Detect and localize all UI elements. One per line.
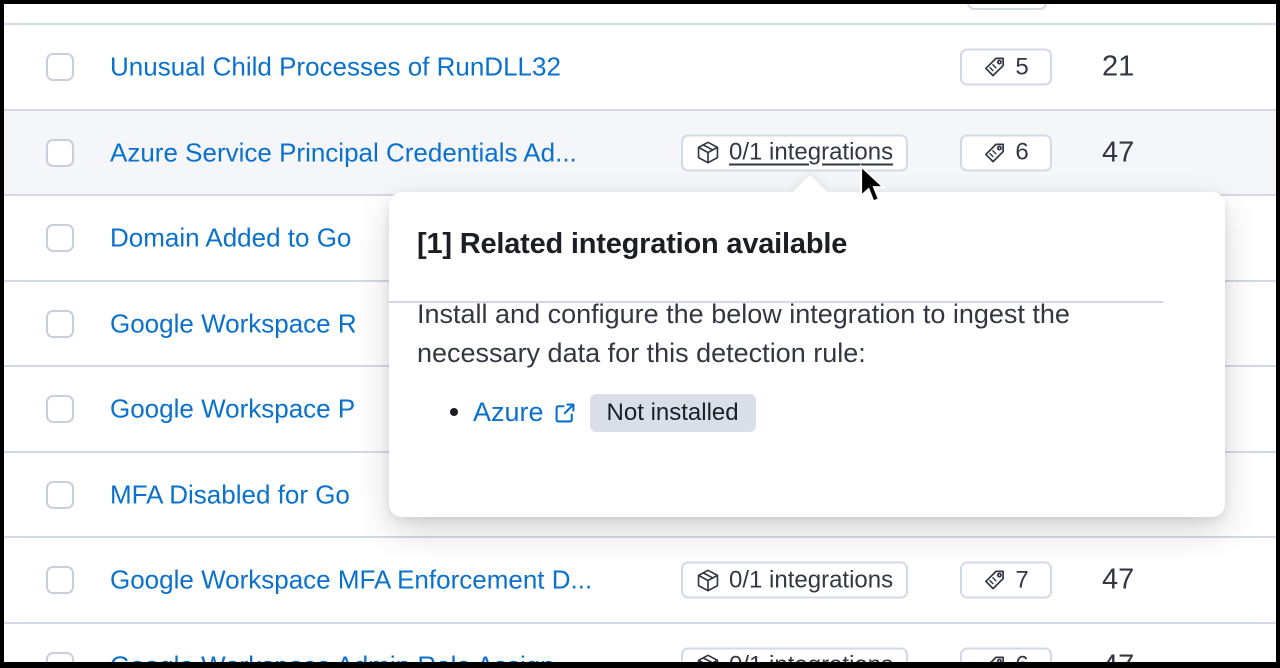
integrations-badge-label: 0/1 integrations	[729, 566, 893, 594]
package-icon	[696, 654, 720, 663]
tag-icon	[983, 56, 1006, 79]
table-row: Google Workspace MFA Enforcement D... 0/…	[4, 536, 1276, 622]
integrations-badge-label: 0/1 integrations	[729, 652, 893, 663]
row-checkbox[interactable]	[46, 566, 74, 594]
integrations-badge[interactable]: 0/1 integrations	[681, 647, 908, 662]
tags-count: 6	[1015, 652, 1028, 663]
tag-icon	[983, 569, 1006, 592]
alerts-count: 47	[1102, 564, 1134, 597]
row-checkbox[interactable]	[46, 395, 74, 423]
tags-badge[interactable]: 7	[960, 562, 1052, 599]
status-badge: Not installed	[590, 394, 756, 432]
integrations-badge[interactable]: 0/1 integrations	[681, 562, 908, 599]
table-row: Google Workspace Admin Role Assign... 0/…	[4, 622, 1276, 663]
table-row: Azure Service Principal Credentials Ad..…	[4, 109, 1276, 195]
tags-count: 5	[1015, 53, 1028, 81]
row-checkbox[interactable]	[46, 53, 74, 81]
integrations-badge[interactable]: 0/1 integrations	[681, 134, 908, 171]
popover-body: Install and configure the below integrat…	[389, 261, 1225, 432]
tags-badge[interactable]: 5	[960, 49, 1052, 86]
alerts-count: 47	[1102, 649, 1134, 662]
table-row: Unusual Child Processes of RunDLL32 5 21	[4, 23, 1276, 109]
screenshot-frame: Unusual Child Processes of RunDLL32 5 21…	[0, 0, 1280, 668]
popover-body-line: necessary data for this detection rule:	[417, 334, 1197, 373]
partial-tag-badge	[967, 4, 1047, 10]
integration-list-item: Azure Not installed	[473, 392, 1197, 432]
rule-name-link[interactable]: Google Workspace Admin Role Assign...	[110, 650, 576, 662]
row-checkbox[interactable]	[46, 652, 74, 663]
row-checkbox[interactable]	[46, 139, 74, 167]
row-checkbox[interactable]	[46, 310, 74, 338]
tag-icon	[983, 141, 1006, 164]
rule-name-link[interactable]: Unusual Child Processes of RunDLL32	[110, 52, 561, 83]
rule-name-link[interactable]: Google Workspace R	[110, 308, 357, 339]
tag-icon	[983, 654, 1006, 662]
tags-count: 7	[1015, 566, 1028, 594]
azure-integration-link[interactable]: Azure	[473, 393, 577, 432]
rule-name-link[interactable]: Google Workspace MFA Enforcement D...	[110, 565, 592, 596]
rule-name-link[interactable]: Azure Service Principal Credentials Ad..…	[110, 137, 577, 168]
alerts-count: 47	[1102, 136, 1134, 169]
tags-badge[interactable]: 6	[960, 134, 1052, 171]
rules-table: Unusual Child Processes of RunDLL32 5 21…	[4, 4, 1276, 662]
tags-badge[interactable]: 6	[960, 647, 1052, 662]
rule-name-link[interactable]: Google Workspace P	[110, 394, 355, 425]
package-icon	[696, 141, 720, 165]
row-checkbox[interactable]	[46, 481, 74, 509]
related-integrations-popover: [1] Related integration available Instal…	[389, 192, 1225, 517]
row-checkbox[interactable]	[46, 224, 74, 252]
integration-list: Azure Not installed	[417, 392, 1197, 432]
rule-name-link[interactable]: MFA Disabled for Go	[110, 479, 350, 510]
external-link-icon	[553, 401, 577, 425]
popover-divider	[389, 301, 1163, 303]
azure-link-label: Azure	[473, 393, 544, 432]
alerts-count: 21	[1102, 51, 1134, 84]
integrations-badge-label: 0/1 integrations	[729, 139, 893, 167]
rule-name-link[interactable]: Domain Added to Go	[110, 223, 351, 254]
package-icon	[696, 568, 720, 592]
tags-count: 6	[1015, 139, 1028, 167]
